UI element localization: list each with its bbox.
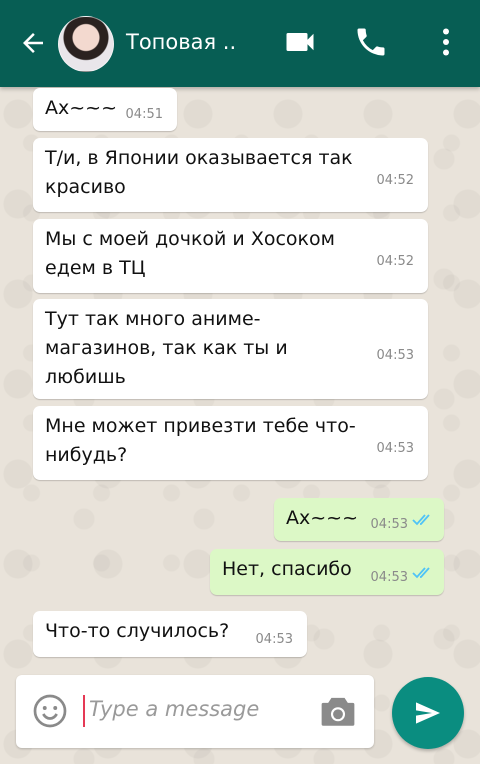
message-time: 04:53 (376, 441, 414, 456)
message-text: Тут так много аниме-магазинов, так как т… (45, 308, 288, 388)
message-bubble-outgoing[interactable]: Ах~~~ 04:53 (274, 498, 444, 541)
text-cursor (83, 695, 85, 727)
message-time: 04:52 (376, 254, 414, 269)
read-ticks-icon (412, 567, 430, 579)
message-bubble[interactable]: Ах~~~ 04:51 (33, 88, 177, 131)
send-icon (416, 702, 440, 724)
message-bubble[interactable]: Тут так много аниме-магазинов, так как т… (33, 299, 428, 399)
chat-header: Топовая .. (0, 0, 480, 87)
more-vert-icon[interactable] (428, 24, 464, 60)
camera-icon[interactable] (318, 693, 358, 729)
message-bubble-outgoing[interactable]: Нет, спасибо 04:53 (210, 549, 444, 595)
read-ticks-icon (412, 514, 430, 526)
video-call-icon[interactable] (282, 24, 318, 60)
message-time: 04:53 (370, 570, 408, 585)
message-time: 04:53 (376, 348, 414, 363)
message-bubble[interactable]: Мне может привезти тебе что-нибудь? 04:5… (33, 406, 428, 480)
emoji-icon[interactable] (32, 693, 68, 729)
message-bubble[interactable]: Что-то случилось? 04:53 (33, 611, 307, 657)
message-time: 04:53 (370, 517, 408, 532)
message-bubble[interactable]: Т/и, в Японии оказывается так красиво 04… (33, 138, 428, 212)
message-text: Мне может привезти тебе что-нибудь? (45, 415, 356, 466)
message-composer: Type a message (16, 675, 374, 748)
back-arrow-icon[interactable] (18, 28, 48, 58)
message-text: Мы с моей дочкой и Хосоком едем в ТЦ (45, 228, 335, 279)
message-text: Т/и, в Японии оказывается так красиво (45, 147, 353, 198)
contact-name[interactable]: Топовая .. (126, 30, 236, 54)
message-time: 04:51 (125, 107, 163, 122)
message-time: 04:53 (255, 632, 293, 647)
send-button[interactable] (392, 677, 464, 749)
voice-call-icon[interactable] (353, 24, 389, 60)
message-text: Ах~~~ (286, 507, 359, 529)
message-bubble[interactable]: Мы с моей дочкой и Хосоком едем в ТЦ 04:… (33, 219, 428, 293)
contact-avatar[interactable] (58, 16, 114, 72)
message-input[interactable]: Type a message (89, 697, 259, 721)
message-time: 04:52 (376, 173, 414, 188)
